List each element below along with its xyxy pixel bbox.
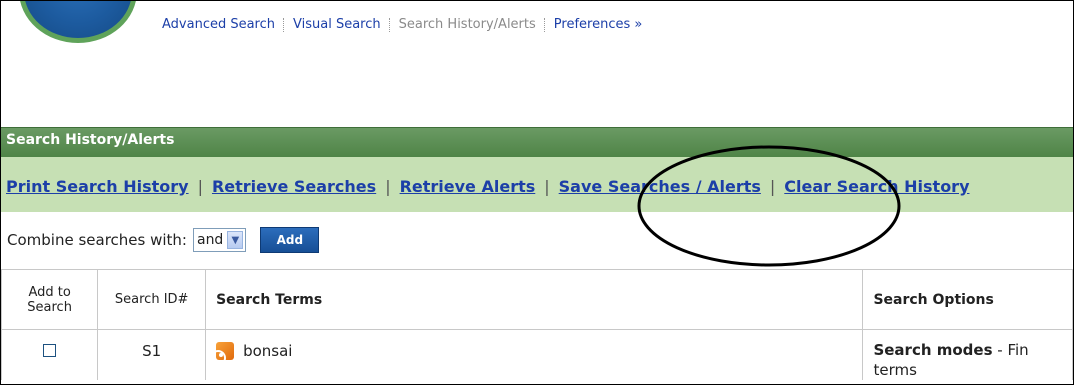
- nav-separator: [388, 17, 391, 32]
- header-search-terms: Search Terms: [205, 269, 864, 330]
- retrieve-searches-link[interactable]: Retrieve Searches: [212, 177, 376, 196]
- search-modes-value: - Fin: [992, 341, 1029, 359]
- link-separator: |: [197, 177, 203, 196]
- nav-separator: [283, 17, 285, 32]
- chevron-down-icon[interactable]: ▼: [227, 231, 244, 249]
- link-separator: |: [544, 177, 550, 196]
- link-separator: |: [769, 177, 776, 196]
- nav-separator: [543, 17, 546, 32]
- row-search-terms[interactable]: bonsai: [243, 342, 292, 360]
- section-header-bar: Search History/Alerts: [1, 127, 1073, 157]
- link-separator: |: [385, 177, 391, 196]
- header-search-id: Search ID#: [97, 269, 207, 330]
- save-searches-alerts-link[interactable]: Save Searches / Alerts: [559, 177, 761, 196]
- print-search-history-link[interactable]: Print Search History: [6, 177, 189, 196]
- row-search-terms-cell: bonsai: [205, 329, 864, 380]
- section-title: Search History/Alerts: [6, 132, 175, 148]
- table-header-row: Add to Search Search ID# Search Terms Se…: [1, 269, 1073, 330]
- history-actions-bar: Print Search History | Retrieve Searches | R…: [1, 157, 1073, 212]
- top-nav-visual-search[interactable]: Visual Search: [293, 17, 381, 32]
- add-button[interactable]: Add: [260, 227, 320, 253]
- header-add-line2: Search: [27, 299, 72, 315]
- retrieve-alerts-link[interactable]: Retrieve Alerts: [400, 177, 536, 196]
- combine-operator-select[interactable]: and ▼: [192, 228, 247, 252]
- header-add-to-search: Add to Search: [1, 269, 99, 330]
- history-action-links: Print Search History | Retrieve Searches | R…: [6, 177, 970, 196]
- clear-search-history-link[interactable]: Clear Search History: [784, 177, 969, 196]
- row-search-options: Search modes - Fin terms: [862, 329, 1073, 380]
- site-logo[interactable]: [19, 1, 137, 43]
- combine-operator-value: and: [196, 232, 224, 248]
- top-nav: Advanced Search Visual Search Search His…: [162, 17, 642, 32]
- rss-feed-icon[interactable]: [216, 342, 235, 360]
- search-history-table: Add to Search Search ID# Search Terms Se…: [1, 269, 1073, 380]
- table-row: S1 bonsai Search modes - Fin terms: [1, 329, 1073, 380]
- top-nav-advanced-search[interactable]: Advanced Search: [162, 17, 275, 32]
- add-to-search-checkbox[interactable]: [43, 344, 57, 357]
- header-search-options: Search Options: [862, 269, 1073, 330]
- combine-searches-label: Combine searches with:: [7, 231, 187, 249]
- row-search-id: S1: [97, 329, 207, 380]
- header-add-line1: Add to: [28, 284, 71, 300]
- row-checkbox-cell: [1, 329, 99, 380]
- top-nav-search-history-alerts: Search History/Alerts: [398, 17, 536, 32]
- search-modes-label: Search modes: [873, 341, 993, 359]
- search-modes-line2: terms: [873, 361, 917, 379]
- top-nav-preferences[interactable]: Preferences »: [554, 17, 643, 32]
- page-frame: Advanced Search Visual Search Search His…: [0, 0, 1074, 385]
- combine-searches-row: Combine searches with: and ▼ Add: [7, 227, 320, 253]
